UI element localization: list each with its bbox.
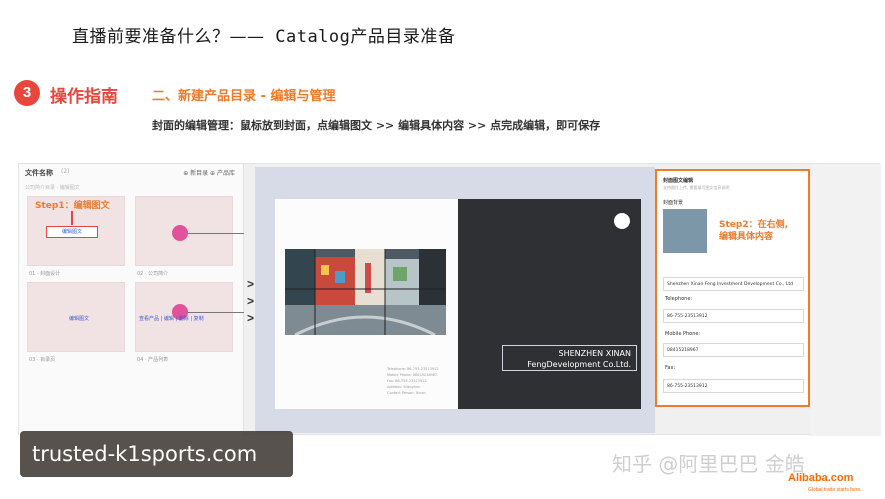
watermark-banner: trusted-k1sports.com <box>20 431 293 477</box>
cover-contact-line: Address: Shenzhen <box>387 385 421 389</box>
company-name-field[interactable]: Shenzhen Xinan Feng Investment Developme… <box>663 277 804 291</box>
panel-subtitle: 公司简介目录 · 编辑图文 <box>25 185 80 191</box>
thumb-label: 01 · 封面设计 <box>29 271 61 277</box>
section-title: 二、新建产品目录 - 编辑与管理 <box>152 89 336 104</box>
file-name-header: 文件名称 <box>25 169 53 177</box>
catalog-preview: Telephone: 86-755-23513912 Mobile Phone:… <box>255 167 655 433</box>
page-title: 直播前要准备什么？—— Catalog产品目录准备 <box>72 22 455 47</box>
step-title: 操作指南 <box>50 87 118 107</box>
step1-label: Step1：编辑图文 <box>35 201 110 211</box>
page-title-cn: 直播前要准备什么？—— <box>72 27 265 47</box>
panel-actions[interactable]: ⊕ 新目录 ⊕ 产品库 <box>183 168 235 177</box>
leader-line <box>188 233 244 234</box>
cover-contact-line: Mobile Phone: 08415218967 <box>387 373 438 377</box>
thumb-label: 04 · 产品列表 <box>137 357 169 363</box>
cover-bg-thumb[interactable] <box>663 209 707 253</box>
cover-contact-line: Contact Person: Xinan <box>387 391 426 395</box>
fax-field[interactable]: 86-755-23513912 <box>663 379 804 393</box>
mobile-field[interactable]: 08415218967 <box>663 343 804 357</box>
chevron-right-icon: > <box>247 277 255 291</box>
zhihu-credit: 知乎 @阿里巴巴 金皓 <box>612 452 805 476</box>
cover-bg-label: 封面背景 <box>663 200 684 206</box>
step1-arrow <box>71 211 73 225</box>
step2-label: Step2：在右侧, 编辑具体内容 <box>719 219 788 243</box>
file-count: (2) <box>61 168 70 175</box>
cursor-dot <box>172 225 188 241</box>
page-title-en: Catalog <box>264 27 351 47</box>
catalog-page-list: 文件名称 (2) ⊕ 新目录 ⊕ 产品库 公司简介目录 · 编辑图文 Step1… <box>19 164 244 436</box>
telephone-field[interactable]: 86-755-23513912 <box>663 309 804 323</box>
instruction-text: 封面的编辑管理：鼠标放到封面，点编辑图文 >> 编辑具体内容 >> 点完成编辑，… <box>152 119 601 132</box>
telephone-label: Telephone: <box>665 296 693 302</box>
step2-line-2: 编辑具体内容 <box>719 232 774 242</box>
form-title: 封面图文编辑 <box>663 178 694 184</box>
company-line-1: SHENZHEN XINAN <box>558 349 632 358</box>
page-title-suffix: 产品目录准备 <box>350 27 456 47</box>
company-line-2: FengDevelopment Co.Ltd. <box>527 360 631 369</box>
cover-contact-line: Telephone: 86-755-23513912 <box>387 367 439 371</box>
thumb-label: 03 · 目录页 <box>29 357 56 363</box>
cover-contact-line: Fax: 86-755-23513912 <box>387 379 427 383</box>
edit-graphic-button[interactable]: 编辑图文 <box>46 226 98 238</box>
cover-left-page[interactable]: Telephone: 86-755-23513912 Mobile Phone:… <box>275 199 458 409</box>
building-photo <box>285 249 446 335</box>
leader-line <box>188 312 244 313</box>
right-gutter <box>810 164 881 436</box>
alibaba-tagline: Global trade starts here. <box>808 487 862 493</box>
step2-line-1: Step2：在右侧, <box>719 220 789 230</box>
fax-label: Fax: <box>665 365 676 371</box>
edit-link[interactable]: 编辑图文 <box>69 315 89 322</box>
thumb-action-links[interactable]: 查看产品 | 编辑 | 删除 | 复制 <box>139 315 204 322</box>
cover-edit-form: 封面图文编辑 支持图片上传, 需要填写图文信息说明 封面背景 Step2：在右侧… <box>655 169 810 407</box>
chevron-right-icon: > <box>247 294 255 308</box>
form-subtitle: 支持图片上传, 需要填写图文信息说明 <box>663 185 730 190</box>
cover-photo <box>285 249 446 335</box>
alibaba-logo: Alibaba.com <box>788 472 854 484</box>
thumb-label: 02 · 公司简介 <box>137 271 169 277</box>
mobile-label: Mobile Phone: <box>665 331 701 337</box>
logo-circle-icon <box>614 213 630 229</box>
step-number-badge: 3 <box>14 80 40 106</box>
chevron-right-icon: > <box>247 311 255 325</box>
editor-screenshot: 文件名称 (2) ⊕ 新目录 ⊕ 产品库 公司简介目录 · 编辑图文 Step1… <box>18 163 881 436</box>
company-name-box[interactable]: SHENZHEN XINAN FengDevelopment Co.Ltd. <box>502 345 637 371</box>
cover-right-page[interactable]: SHENZHEN XINAN FengDevelopment Co.Ltd. <box>458 199 641 409</box>
